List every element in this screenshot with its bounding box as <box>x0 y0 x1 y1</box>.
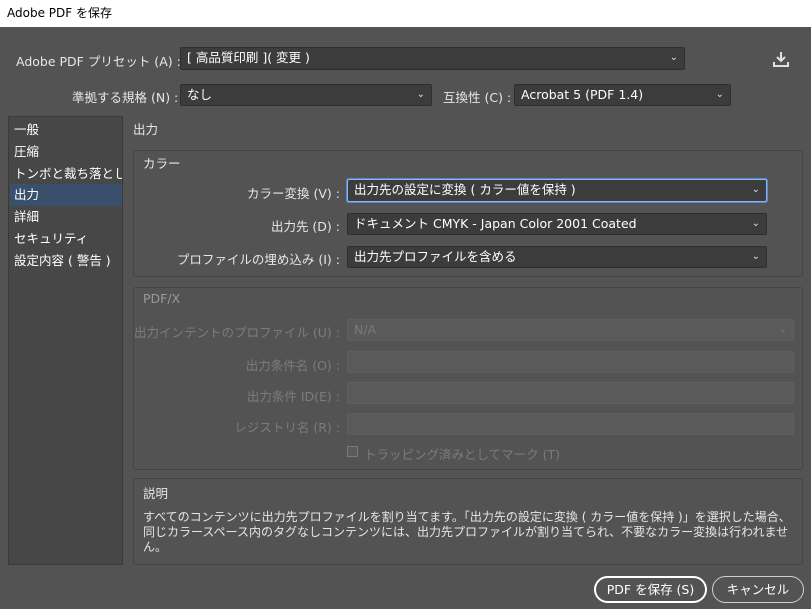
condition-id-field <box>347 382 794 404</box>
standard-value: なし <box>187 87 213 102</box>
preset-dropdown[interactable]: [ 高品質印刷 ]( 変更 ) ⌄ <box>180 47 685 70</box>
chevron-down-icon: ⌄ <box>751 251 760 262</box>
color-conversion-dropdown[interactable]: 出力先の設定に変換 ( カラー値を保持 ) ⌄ <box>347 179 767 202</box>
condition-name-label: 出力条件名 (O) : <box>245 358 340 373</box>
trapped-checkbox <box>347 446 358 457</box>
output-intent-value: N/A <box>354 322 377 337</box>
chevron-down-icon: ⌄ <box>778 324 787 335</box>
sidebar: 一般 圧縮 トンボと裁ち落とし 出力 詳細 セキュリティ 設定内容 ( 警告 ) <box>8 116 123 565</box>
standard-dropdown[interactable]: なし ⌄ <box>180 84 432 106</box>
chevron-down-icon: ⌄ <box>751 218 760 229</box>
output-intent-dropdown: N/A ⌄ <box>347 319 794 341</box>
compat-label: 互換性 (C) : <box>443 90 512 105</box>
destination-dropdown[interactable]: ドキュメント CMYK - Japan Color 2001 Coated ⌄ <box>347 213 767 235</box>
compat-value: Acrobat 5 (PDF 1.4) <box>521 87 644 102</box>
window-title: Adobe PDF を保存 <box>0 0 811 27</box>
destination-label: 出力先 (D) : <box>270 219 340 234</box>
sidebar-item-advanced[interactable]: 詳細 <box>10 206 122 228</box>
color-conversion-label: カラー変換 (V) : <box>247 186 340 201</box>
chevron-down-icon: ⌄ <box>669 52 678 63</box>
profile-inclusion-dropdown[interactable]: 出力先プロファイルを含める ⌄ <box>347 246 767 268</box>
compat-dropdown[interactable]: Acrobat 5 (PDF 1.4) ⌄ <box>514 84 731 106</box>
chevron-down-icon: ⌄ <box>751 184 760 195</box>
pdfx-panel-title: PDF/X <box>143 291 181 306</box>
preset-label: Adobe PDF プリセット (A) : <box>16 54 181 69</box>
cancel-button[interactable]: キャンセル <box>712 576 804 603</box>
color-panel-title: カラー <box>143 156 181 171</box>
profile-inclusion-label: プロファイルの埋め込み (I) : <box>176 252 340 267</box>
output-intent-label: 出力インテントのプロファイル (U) : <box>133 325 340 340</box>
standard-label: 準拠する規格 (N) : <box>72 90 179 105</box>
sidebar-item-compression[interactable]: 圧縮 <box>10 141 122 163</box>
download-icon[interactable] <box>771 50 791 68</box>
sidebar-item-security[interactable]: セキュリティ <box>10 228 122 250</box>
sidebar-item-output[interactable]: 出力 <box>10 184 122 206</box>
condition-id-label: 出力条件 ID(E) : <box>246 389 340 404</box>
destination-value: ドキュメント CMYK - Japan Color 2001 Coated <box>354 216 637 231</box>
registry-name-label: レジストリ名 (R) : <box>234 420 340 435</box>
trapped-label: トラッピング済みとしてマーク (T) <box>364 447 560 462</box>
sidebar-item-summary[interactable]: 設定内容 ( 警告 ) <box>10 250 122 272</box>
chevron-down-icon: ⌄ <box>416 89 425 100</box>
section-title: 出力 <box>133 122 159 137</box>
pdfx-panel <box>133 287 803 470</box>
preset-value: [ 高品質印刷 ]( 変更 ) <box>187 50 310 65</box>
sidebar-item-general[interactable]: 一般 <box>10 119 122 141</box>
condition-name-field <box>347 351 794 373</box>
chevron-down-icon: ⌄ <box>715 89 724 100</box>
color-conversion-value: 出力先の設定に変換 ( カラー値を保持 ) <box>354 182 576 197</box>
profile-inclusion-value: 出力先プロファイルを含める <box>354 249 517 264</box>
sidebar-item-marks-bleeds[interactable]: トンボと裁ち落とし <box>10 163 122 185</box>
save-pdf-button[interactable]: PDF を保存 (S) <box>594 576 707 603</box>
description-text: すべてのコンテンツに出力先プロファイルを割り当てます。「出力先の設定に変換 ( … <box>143 510 791 554</box>
description-title: 説明 <box>143 486 169 501</box>
registry-name-field <box>347 413 794 435</box>
